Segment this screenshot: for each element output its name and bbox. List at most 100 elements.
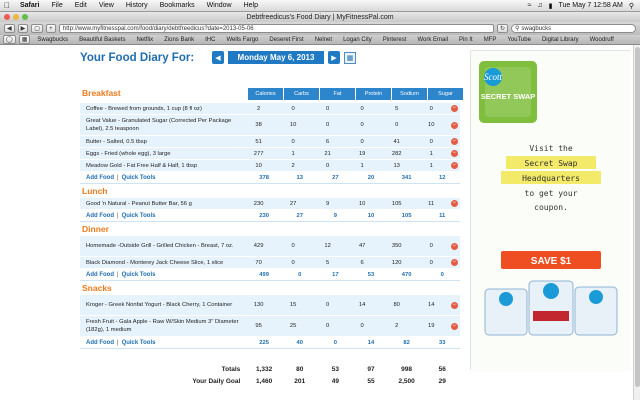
food-name[interactable]: Homemade -Outside Grill - Grilled Chicke… [80, 242, 241, 250]
add-icon[interactable]: + [45, 24, 56, 33]
delete-button[interactable]: − [448, 150, 460, 157]
meal-total-value: 9 [333, 212, 337, 219]
bookmark[interactable]: MFP [480, 37, 501, 43]
menu-edit[interactable]: Edit [69, 2, 93, 9]
add-food-link[interactable]: Add Food [86, 175, 114, 181]
search-icon[interactable]: ⚲ [629, 2, 634, 10]
next-day-button[interactable]: ▶ [328, 51, 340, 64]
menu-help[interactable]: Help [238, 2, 264, 9]
quick-tools-link[interactable]: Quick Tools [122, 272, 156, 278]
food-name[interactable]: Butter - Salted, 0.5 tbsp [80, 138, 241, 146]
calendar-icon[interactable]: ▦ [344, 51, 356, 64]
scrollbar-thumb[interactable] [635, 47, 640, 387]
add-food-link[interactable]: Add Food [86, 213, 114, 219]
food-name[interactable]: Eggs - Fried (whole egg), 3 large [80, 150, 241, 158]
bookmark[interactable]: Beautiful Baskets [75, 37, 129, 43]
bookmark[interactable]: Pinterest [379, 37, 411, 43]
food-row[interactable]: Great Value - Granulated Sugar (Correcte… [80, 115, 460, 136]
menu-view[interactable]: View [93, 2, 120, 9]
food-value: 15 [289, 302, 297, 308]
quick-tools-link[interactable]: Quick Tools [122, 340, 156, 346]
menu-safari[interactable]: Safari [14, 2, 45, 9]
goal-value: 29 [438, 377, 446, 385]
column-header: Sugar [428, 88, 464, 100]
food-row[interactable]: Homemade -Outside Grill - Grilled Chicke… [80, 236, 460, 257]
food-name[interactable]: Good 'n Natural - Peanut Butter Bar, 56 … [80, 200, 241, 208]
close-icon[interactable] [4, 14, 10, 20]
web-page: Your Food Diary For: ◀ Monday May 6, 201… [0, 45, 640, 400]
food-row[interactable]: Black Diamond - Monterey Jack Cheese Sli… [80, 257, 460, 269]
delete-button[interactable]: − [448, 200, 460, 207]
delete-button[interactable]: − [448, 322, 460, 330]
top-sites-icon[interactable]: ▦ [18, 35, 31, 44]
search-input[interactable]: swagbucks [521, 26, 551, 32]
bookmark[interactable]: Netflix [132, 37, 157, 43]
bookmark[interactable]: Deseret First [265, 37, 307, 43]
food-name[interactable]: Great Value - Granulated Sugar (Correcte… [80, 117, 241, 133]
menu-window[interactable]: Window [201, 2, 238, 9]
bookmark[interactable]: Work Email [413, 37, 452, 43]
volume-icon[interactable]: ♫ [537, 2, 542, 9]
delete-button[interactable]: − [448, 162, 460, 169]
delete-button[interactable]: − [448, 259, 460, 266]
reading-list-icon[interactable]: ◯ [3, 35, 16, 44]
quick-tools-link[interactable]: Quick Tools [122, 213, 156, 219]
bookmark[interactable]: YouTube [503, 37, 535, 43]
food-row[interactable]: Meadow Gold - Fat Free Half & Half, 1 tb… [80, 160, 460, 172]
food-row[interactable]: Coffee - Brewed from grounds, 1 cup (8 f… [80, 103, 460, 115]
bookmark[interactable]: Wells Fargo [222, 37, 262, 43]
menu-history[interactable]: History [120, 2, 154, 9]
totals-row: Totals 1,332 80 53 97 998 56 [80, 363, 460, 375]
bookmark[interactable]: Logan City [339, 37, 376, 43]
clock[interactable]: Tue May 7 12:58 AM [559, 2, 623, 9]
food-row[interactable]: Good 'n Natural - Peanut Butter Bar, 56 … [80, 198, 460, 210]
quick-tools-link[interactable]: Quick Tools [122, 175, 156, 181]
address-bar[interactable]: http://www.myfitnesspal.com/food/diary/d… [58, 24, 494, 33]
battery-icon[interactable]: ▮ [549, 2, 553, 10]
menu-bookmarks[interactable]: Bookmarks [154, 2, 201, 9]
reload-icon[interactable]: ↻ [496, 24, 508, 33]
bookmark[interactable]: Swagbucks [33, 37, 72, 43]
add-food-link[interactable]: Add Food [86, 340, 114, 346]
search-field[interactable]: ⚲ swagbucks [511, 24, 636, 33]
delete-button[interactable]: − [448, 138, 460, 145]
bookmark[interactable]: Woodruff [586, 37, 618, 43]
food-name[interactable]: Meadow Gold - Fat Free Half & Half, 1 tb… [80, 162, 241, 170]
delete-button[interactable]: − [448, 242, 460, 250]
food-row[interactable]: Butter - Salted, 0.5 tbsp 51 0 6 0 41 0 − [80, 136, 460, 148]
scott-ad[interactable]: Scott SECRET SWAP Visit the Secret Swap … [470, 50, 631, 371]
previous-day-button[interactable]: ◀ [212, 51, 224, 64]
apple-icon[interactable]:  [0, 1, 14, 10]
food-name[interactable]: Coffee - Brewed from grounds, 1 cup (8 f… [80, 105, 241, 113]
food-row[interactable]: Kroger - Greek Nonfat Yogurt - Black Che… [80, 295, 460, 316]
bookmark[interactable]: Zions Bank [160, 37, 198, 43]
totals-section: Totals 1,332 80 53 97 998 56 Your Daily … [80, 363, 460, 387]
bookmark[interactable]: IHC [201, 37, 219, 43]
total-value: 1,332 [255, 365, 273, 373]
food-name[interactable]: Kroger - Greek Nonfat Yogurt - Black Che… [80, 301, 241, 309]
bookmark[interactable]: Nelnet [311, 37, 336, 43]
bookmark[interactable]: Digital Library [538, 37, 583, 43]
meal-total-value: 27 [296, 212, 303, 219]
bookmark[interactable]: Pin It [455, 37, 477, 43]
food-row[interactable]: Fresh Fruit - Gala Apple - Raw W/Skin Me… [80, 316, 460, 337]
delete-button[interactable]: − [448, 105, 460, 112]
food-value: 12 [324, 243, 331, 249]
date-display[interactable]: Monday May 6, 2013 [228, 51, 324, 64]
minimize-icon[interactable] [13, 14, 19, 20]
scrollbar[interactable] [633, 45, 640, 400]
food-name[interactable]: Black Diamond - Monterey Jack Cheese Sli… [80, 259, 241, 267]
add-food-link[interactable]: Add Food [86, 272, 114, 278]
delete-button[interactable]: − [448, 301, 460, 309]
zoom-icon[interactable] [22, 14, 28, 20]
forward-button[interactable]: ▶ [17, 24, 29, 33]
food-name[interactable]: Fresh Fruit - Gala Apple - Raw W/Skin Me… [80, 318, 241, 334]
back-button[interactable]: ◀ [4, 24, 15, 33]
wifi-icon[interactable]: ≈ [528, 2, 532, 9]
food-value: 51 [255, 138, 262, 145]
food-row[interactable]: Eggs - Fried (whole egg), 3 large 277 1 21 1… [80, 148, 460, 160]
share-icon[interactable]: ▢ [31, 24, 43, 33]
delete-button[interactable]: − [448, 121, 460, 129]
menu-file[interactable]: File [45, 2, 68, 9]
window-title: Debtfreedicus's Food Diary | MyFitnessPa… [246, 13, 394, 21]
